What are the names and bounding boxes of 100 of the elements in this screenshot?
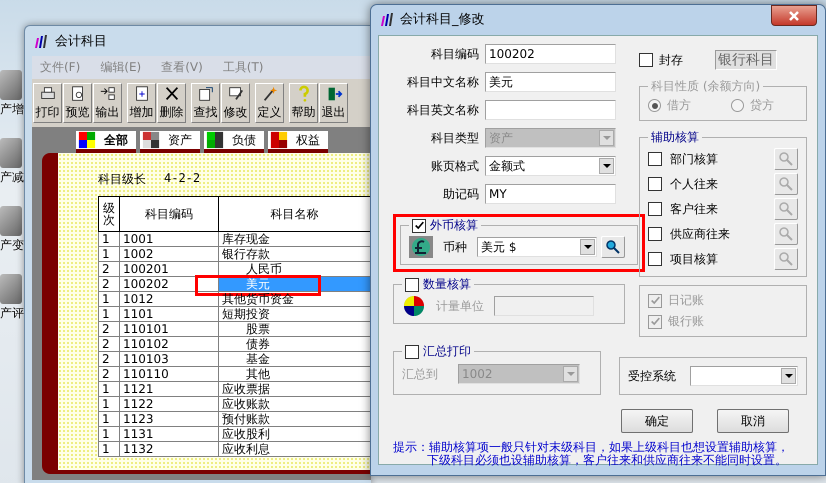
toolbar-button[interactable]: 定义 <box>255 83 284 123</box>
window-title: 会计科目 <box>55 33 107 50</box>
toolbar-button[interactable]: 打印 <box>33 83 62 123</box>
table-cell[interactable]: 基金 <box>219 352 370 366</box>
checkbox[interactable] <box>405 278 419 292</box>
checkbox[interactable] <box>648 177 662 191</box>
table-cell: 1132 <box>120 442 218 456</box>
group-title: 数量核算 <box>423 276 471 293</box>
input-field[interactable]: 美元 <box>485 72 616 92</box>
close-button[interactable] <box>771 5 817 26</box>
search-icon <box>778 251 794 267</box>
table-cell[interactable]: 应收账款 <box>219 397 370 411</box>
table-cell: 2 <box>98 352 120 366</box>
table-cell[interactable]: 库存现金 <box>219 232 370 246</box>
checkbox[interactable] <box>648 152 662 166</box>
toolbar-button[interactable]: 预览 <box>63 83 92 123</box>
desktop-icon-label[interactable]: 产增 <box>0 102 24 116</box>
checkbox[interactable] <box>412 218 426 232</box>
desktop-app-icon[interactable] <box>0 138 22 168</box>
desktop-app-icon[interactable] <box>0 70 22 100</box>
search-button[interactable] <box>601 236 625 258</box>
table-cell[interactable]: 其他货币资金 <box>219 292 370 306</box>
desktop-app-icon[interactable] <box>0 274 22 304</box>
table-cell[interactable]: 债券 <box>219 337 370 351</box>
table-cell[interactable]: 人民币 <box>219 262 370 276</box>
table-cell: 100201 <box>120 262 218 276</box>
toolbar-button[interactable]: 退出 <box>319 83 348 123</box>
toolbar-icon <box>196 85 214 103</box>
checkbox[interactable] <box>405 344 419 358</box>
tab[interactable]: 权益 <box>268 131 328 153</box>
level-length-label: 科目级长 <box>98 171 146 188</box>
desktop-icon-label[interactable]: 产变 <box>0 238 24 252</box>
input-field[interactable] <box>485 100 616 120</box>
checkbox-label: 银行账 <box>668 313 704 330</box>
checkbox[interactable] <box>639 53 653 67</box>
table-cell: 2 <box>98 262 120 276</box>
checkbox[interactable] <box>648 202 662 216</box>
window-title: 会计科目_修改 <box>400 11 486 28</box>
table-cell: 1121 <box>120 382 218 396</box>
tab[interactable]: 全部 <box>76 131 136 153</box>
toolbar-icon <box>98 85 116 103</box>
table-cell: 110102 <box>120 336 218 352</box>
group-title: 汇总打印 <box>423 343 471 360</box>
table-cell[interactable]: 应收票据 <box>219 382 370 396</box>
tab-icon <box>142 131 160 149</box>
search-icon <box>778 201 794 217</box>
column-header: 级次 <box>98 196 120 232</box>
unit-label: 计量单位 <box>436 298 484 314</box>
table-cell: 1 <box>98 232 120 246</box>
desktop-icon-label[interactable]: 产评 <box>0 306 24 320</box>
checkbox[interactable] <box>648 252 662 266</box>
summary-target-label: 汇总到 <box>402 366 438 382</box>
search-icon <box>778 151 794 167</box>
desktop-icon-label[interactable]: 产减 <box>0 170 24 184</box>
search-icon <box>605 239 621 255</box>
currency-dropdown[interactable]: 美元 $ <box>477 237 597 257</box>
toolbar-button[interactable]: 修改 <box>221 83 250 123</box>
caret-icon <box>566 372 574 376</box>
table-cell[interactable]: 股票 <box>219 322 370 336</box>
dialog-button[interactable]: 取消 <box>717 409 789 433</box>
dropdown[interactable] <box>690 366 798 386</box>
table-cell[interactable]: 应收股利 <box>219 427 370 441</box>
checkbox-label: 封存 <box>659 52 683 68</box>
toolbar-button[interactable]: 查找 <box>191 83 220 123</box>
table-cell[interactable]: 预付账款 <box>219 412 370 426</box>
table-cell: 1123 <box>120 412 218 426</box>
group-title: 科目性质 (余额方向) <box>651 78 760 95</box>
radio-label: 贷方 <box>750 97 774 114</box>
dialog-button[interactable]: 确定 <box>621 409 693 433</box>
toolbar-button[interactable]: 帮助 <box>289 83 318 123</box>
tab[interactable]: 资产 <box>140 131 200 153</box>
tab-icon <box>78 131 96 149</box>
tab[interactable]: 负债 <box>204 131 264 153</box>
search-icon <box>778 176 794 192</box>
table-cell[interactable]: 应收利息 <box>219 442 370 456</box>
desktop-app-icon[interactable] <box>0 206 22 236</box>
checkbox-label: 客户往来 <box>670 200 718 218</box>
toolbar-button[interactable]: 删除 <box>157 83 186 123</box>
toolbar-button[interactable]: 增加 <box>127 83 156 123</box>
checkbox[interactable] <box>648 227 662 241</box>
field-label: 账页格式 <box>430 158 479 174</box>
pie-chart-icon <box>402 295 426 317</box>
input-field[interactable]: 100202 <box>485 44 616 64</box>
table-cell[interactable]: 短期投资 <box>219 307 370 321</box>
checkbox-label: 供应商往来 <box>670 226 730 242</box>
app-icon <box>33 33 49 49</box>
toolbar-button[interactable]: 输出 <box>93 83 122 123</box>
table-cell[interactable]: 银行存款 <box>219 247 370 261</box>
table-cell: 1 <box>98 426 120 442</box>
checkbox-label: 日记账 <box>668 292 704 309</box>
unit-input-field[interactable] <box>494 296 594 316</box>
field-label: 科目类型 <box>430 130 479 146</box>
group-title: 辅助核算 <box>651 129 699 146</box>
tab-icon <box>206 131 224 149</box>
table-cell: 1 <box>98 382 120 396</box>
dropdown[interactable]: 金额式 <box>485 156 616 176</box>
table-cell: 2 <box>98 322 120 336</box>
table-cell[interactable]: 其他 <box>219 367 370 381</box>
table-cell: 100202 <box>120 276 218 292</box>
input-field[interactable]: MY <box>485 184 616 204</box>
